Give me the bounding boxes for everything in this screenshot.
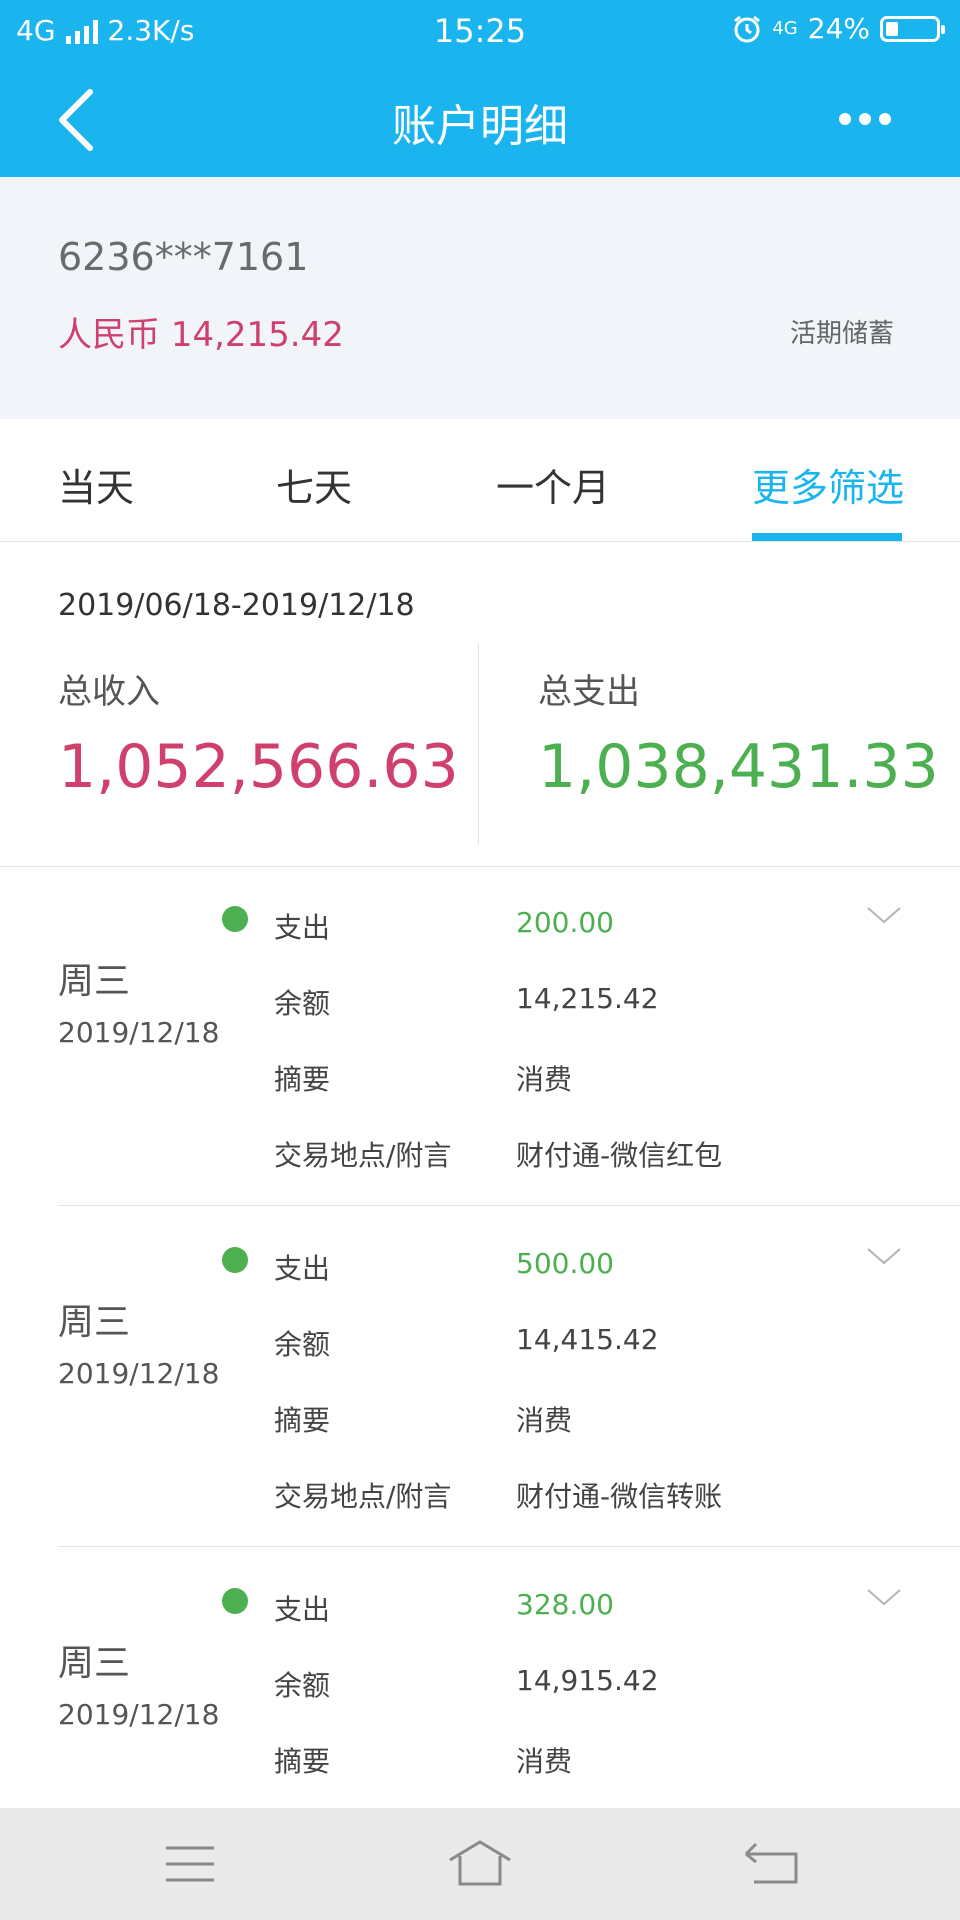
tx-summary-label: 摘要	[274, 1063, 331, 1096]
tx-amount: 500.00	[516, 1247, 614, 1280]
network-right-label: 4G	[772, 17, 798, 39]
chevron-down-icon[interactable]	[866, 1245, 902, 1269]
tx-divider	[58, 1205, 960, 1206]
period-tabs: 当天 七天 一个月 更多筛选	[0, 419, 960, 542]
tx-balance: 14,215.42	[516, 982, 659, 1015]
status-dot-icon	[222, 906, 248, 932]
chevron-down-icon[interactable]	[866, 1586, 902, 1610]
home-icon[interactable]	[440, 1836, 520, 1892]
expense-value: 1,038,431.33	[538, 732, 939, 802]
transaction-item[interactable]: 周三 2019/12/18 支出 328.00 余额 14,915.42 摘要 …	[0, 1548, 960, 1808]
system-nav-bar	[0, 1808, 960, 1920]
chevron-down-icon[interactable]	[866, 904, 902, 928]
tx-balance-label: 余额	[274, 987, 331, 1020]
tab-today[interactable]: 当天	[58, 457, 134, 512]
income-label: 总收入	[58, 672, 160, 712]
tx-balance-label: 余额	[274, 1669, 331, 1702]
tab-one-month[interactable]: 一个月	[496, 457, 610, 512]
alarm-icon	[734, 15, 761, 42]
tx-date: 2019/12/18	[58, 1016, 220, 1049]
tx-date: 2019/12/18	[58, 1357, 220, 1390]
tx-balance: 14,415.42	[516, 1323, 659, 1356]
battery-icon	[880, 15, 945, 42]
status-dot-icon	[222, 1588, 248, 1614]
tx-balance: 14,915.42	[516, 1664, 659, 1697]
back-nav-icon[interactable]	[730, 1836, 810, 1892]
tx-weekday: 周三	[58, 1302, 131, 1343]
tab-seven-days[interactable]: 七天	[276, 457, 352, 512]
tx-summary: 消费	[516, 1745, 573, 1778]
page-title: 账户明细	[392, 101, 568, 152]
status-bar: 4G 2.3K/s 15:25 4G 24%	[0, 0, 960, 64]
tx-weekday: 周三	[58, 1643, 131, 1684]
account-balance: 人民币 14,215.42	[58, 307, 344, 356]
menu-icon[interactable]	[150, 1836, 230, 1892]
tx-weekday: 周三	[58, 961, 131, 1002]
tx-summary-label: 摘要	[274, 1404, 331, 1437]
date-range: 2019/06/18-2019/12/18	[58, 588, 415, 623]
tx-type-label: 支出	[274, 1252, 331, 1285]
account-card: 6236***7161 人民币 14,215.42 活期储蓄	[0, 177, 960, 419]
balance-value: 14,215.42	[170, 315, 344, 355]
tx-divider	[58, 1546, 960, 1547]
tx-place-label: 交易地点/附言	[274, 1139, 452, 1172]
summary-section: 2019/06/18-2019/12/18 总收入 1,052,566.63 总…	[0, 542, 960, 867]
summary-divider	[478, 644, 479, 844]
status-right: 4G 24%	[732, 12, 945, 45]
tx-amount: 328.00	[516, 1588, 614, 1621]
account-number: 6236***7161	[58, 235, 309, 279]
transaction-item[interactable]: 周三 2019/12/18 支出 200.00 余额 14,215.42 摘要 …	[0, 866, 960, 1206]
active-tab-indicator	[752, 533, 902, 541]
tx-summary: 消费	[516, 1404, 573, 1437]
tx-type-label: 支出	[274, 1593, 331, 1626]
tx-date: 2019/12/18	[58, 1698, 220, 1731]
tx-type-label: 支出	[274, 911, 331, 944]
account-type: 活期储蓄	[789, 319, 894, 349]
tab-more-filter[interactable]: 更多筛选	[752, 457, 904, 512]
expense-label: 总支出	[538, 672, 640, 712]
currency-label: 人民币	[58, 315, 160, 355]
battery-fill	[886, 21, 898, 36]
tx-place-label: 交易地点/附言	[274, 1480, 452, 1513]
tx-balance-label: 余额	[274, 1328, 331, 1361]
nav-bar: 账户明细	[0, 64, 960, 177]
more-dots-icon[interactable]	[830, 84, 900, 154]
income-value: 1,052,566.63	[58, 732, 459, 802]
status-dot-icon	[222, 1247, 248, 1273]
tx-place: 财付通-微信转账	[516, 1480, 723, 1513]
tx-summary: 消费	[516, 1063, 573, 1096]
tx-summary-label: 摘要	[274, 1745, 331, 1778]
tx-amount: 200.00	[516, 906, 614, 939]
transaction-item[interactable]: 周三 2019/12/18 支出 500.00 余额 14,415.42 摘要 …	[0, 1207, 960, 1547]
battery-percent: 24%	[807, 12, 870, 45]
tx-place: 财付通-微信红包	[516, 1139, 723, 1172]
